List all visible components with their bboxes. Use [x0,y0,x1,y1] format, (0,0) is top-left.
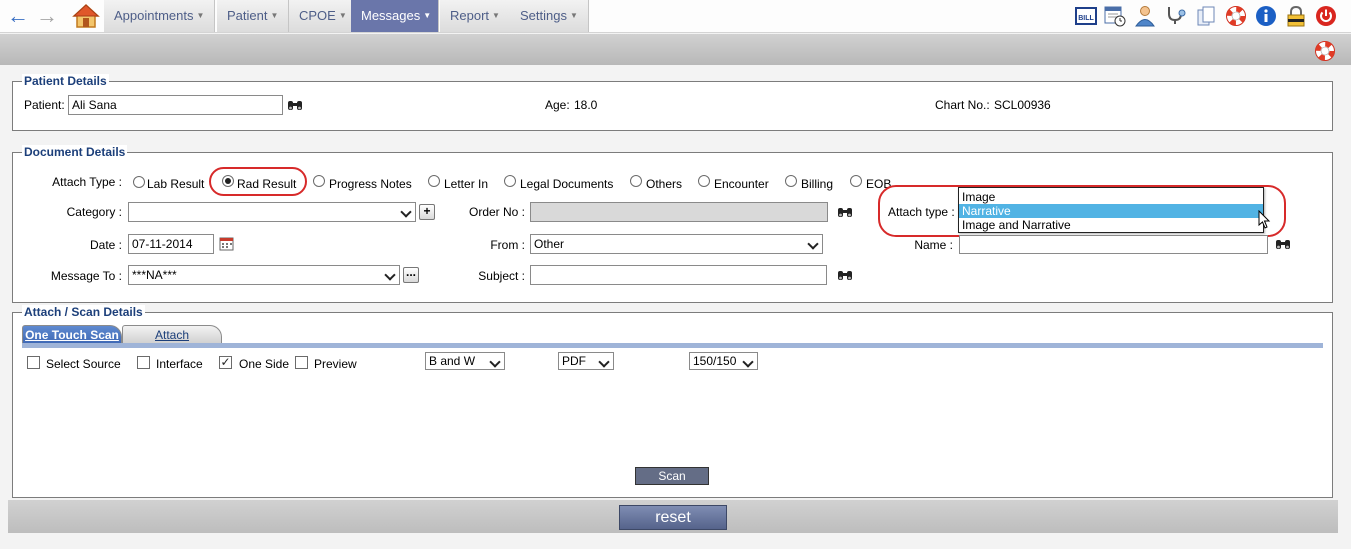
patient-name-input[interactable]: Ali Sana [68,95,283,115]
subject-input[interactable] [530,265,827,285]
highlight-callout-attach-type [878,185,1286,237]
menu-patient[interactable]: Patient ▼ [217,0,290,32]
documents-icon[interactable] [1195,5,1217,27]
attach-type-label: Attach Type : [52,175,122,189]
sub-toolbar [0,34,1351,65]
radio-label-others: Others [646,177,683,191]
radio-billing[interactable] [785,175,797,187]
checkbox-label-select-source: Select Source [46,357,121,371]
binoculars-search-icon[interactable] [287,98,303,112]
menu-settings[interactable]: Settings ▼ [510,0,589,32]
subject-label: Subject : [478,269,525,283]
lifebuoy-icon[interactable] [1225,5,1247,27]
color-mode-select[interactable]: B and W [425,352,505,370]
radio-label-lab-result: Lab Result [147,177,205,191]
checkbox-preview[interactable] [295,356,308,369]
order-no-label: Order No : [468,205,525,219]
name-input[interactable] [959,235,1268,254]
attach-scan-legend: Attach / Scan Details [22,305,145,319]
tab-one-touch-scan[interactable]: One Touch Scan [22,325,122,344]
lock-icon[interactable] [1285,5,1307,27]
checkbox-interface[interactable] [137,356,150,369]
name-label: Name : [914,238,953,252]
category-select[interactable] [128,202,416,222]
radio-letter-in[interactable] [428,175,440,187]
checkbox-label-one-side: One Side [239,357,290,371]
menu-cpoe[interactable]: CPOE ▼ [289,0,358,32]
menu-appointments[interactable]: Appointments ▼ [104,0,216,32]
binoculars-search-icon[interactable] [837,205,853,219]
radio-eob[interactable] [850,175,862,187]
order-no-input[interactable] [530,202,828,222]
binoculars-search-icon[interactable] [837,268,853,282]
menu-messages[interactable]: Messages ▼ [351,0,439,32]
checkbox-label-interface: Interface [156,357,203,371]
radio-others[interactable] [630,175,642,187]
radio-label-encounter: Encounter [714,177,769,191]
radio-label-legal-documents: Legal Documents [520,177,614,191]
highlight-callout-rad-result [209,167,307,196]
stethoscope-icon[interactable] [1165,5,1187,27]
date-label: Date : [89,238,122,252]
age-value: 18.0 [574,98,598,112]
tab-underline [22,343,1323,348]
calendar-clock-icon[interactable] [1104,5,1126,27]
add-category-button[interactable]: + [419,204,435,220]
svg-text:BILL: BILL [1078,15,1094,22]
reset-button[interactable]: reset [619,505,727,530]
power-icon[interactable] [1315,5,1337,27]
checkbox-select-source[interactable] [27,356,40,369]
age-label: Age: [545,98,570,112]
calendar-icon[interactable] [219,236,234,251]
category-label: Category : [66,205,122,219]
radio-label-billing: Billing [801,177,834,191]
date-input[interactable]: 07-11-2014 [128,234,214,254]
resolution-select[interactable]: 150/150 [689,352,758,370]
message-to-select[interactable]: ***NA*** [128,265,400,285]
radio-label-progress-notes: Progress Notes [329,177,412,191]
radio-label-letter-in: Letter In [444,177,489,191]
checkbox-label-preview: Preview [314,357,357,371]
message-to-label: Message To : [50,269,122,283]
tab-attach[interactable]: Attach [122,325,222,344]
from-select[interactable]: Other [530,234,823,254]
home-icon[interactable] [72,3,100,29]
chart-no-label: Chart No.: [935,98,990,112]
from-label: From : [490,238,525,252]
document-details-legend: Document Details [22,145,128,159]
radio-encounter[interactable] [698,175,710,187]
format-select[interactable]: PDF [558,352,614,370]
radio-progress-notes[interactable] [313,175,325,187]
lifebuoy-icon[interactable] [1314,40,1336,62]
more-options-button[interactable]: ... [403,266,419,283]
checkbox-one-side[interactable]: ✓ [219,356,232,369]
radio-lab-result[interactable] [133,176,145,188]
chart-no-value: SCL00936 [994,98,1051,112]
radio-legal-documents[interactable] [504,175,516,187]
patient-details-legend: Patient Details [22,74,109,88]
patient-label: Patient: [24,98,65,112]
info-icon[interactable] [1255,5,1277,27]
scan-button[interactable]: Scan [635,467,709,485]
arrow-left-icon[interactable]: ← [6,5,30,29]
binoculars-search-icon[interactable] [1275,237,1291,251]
menu-report[interactable]: Report ▼ [440,0,511,32]
user-icon[interactable] [1134,5,1156,27]
bill-icon[interactable]: BILL [1075,5,1097,27]
arrow-right-icon[interactable]: → [35,5,59,29]
